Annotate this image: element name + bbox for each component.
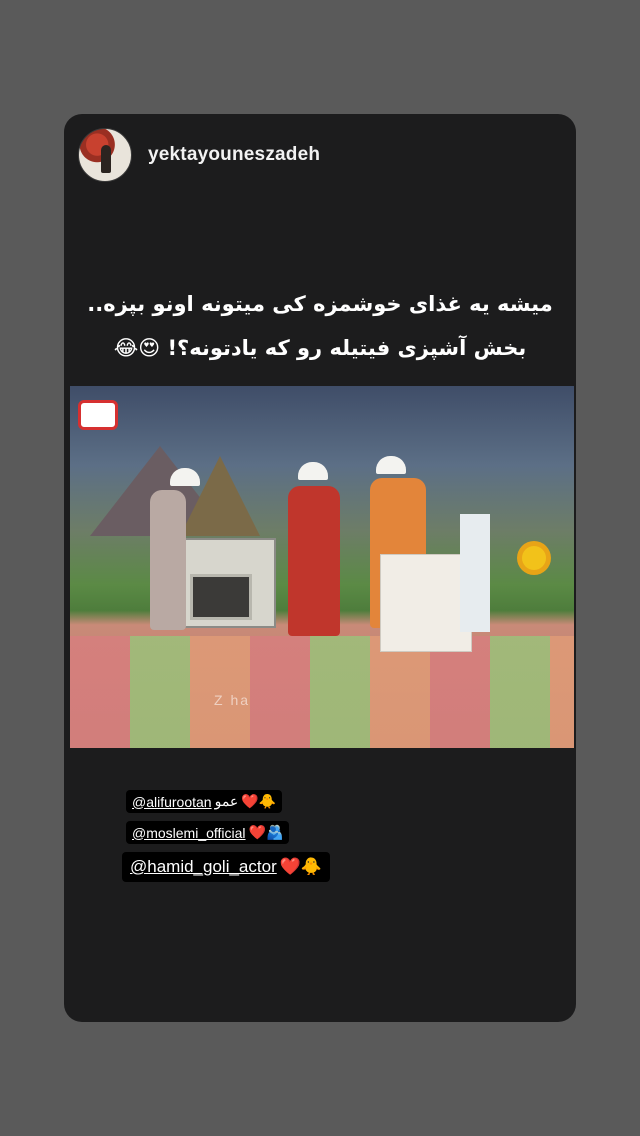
mention-sticker[interactable]: @hamid_goli_actor ❤️🐥 [122,852,331,882]
mention-handle[interactable]: @alifurootan [132,794,212,810]
scenery-mountain [180,456,260,536]
mention-stickers: @alifurootan عمو ❤️🐥 @moslemi_official ❤… [122,790,331,882]
mention-handle[interactable]: @hamid_goli_actor [130,857,277,877]
actor-figure [288,486,340,636]
caption-line-2: بخش آشپزی فیتیله رو که یادتونه؟! 😍😂 [113,336,527,360]
sunflower-prop [522,546,546,570]
video-watermark: Z ha [214,692,251,708]
fridge-prop [460,514,490,632]
chef-hat [376,456,406,474]
username[interactable]: yektayouneszadeh [148,144,320,166]
story-caption: میشه یه غذای خوشمزه کی میتونه اونو بپزه.… [84,282,556,370]
mention-handle[interactable]: @moslemi_official [132,825,246,841]
stove-prop [176,538,276,628]
white-sheet-prop [380,554,472,652]
mention-sticker[interactable]: @alifurootan عمو ❤️🐥 [126,790,283,813]
mention-suffix: عمو [214,793,239,809]
heart-chick-emoji-icon: ❤️🐥 [241,793,277,809]
actor-figure [150,490,186,630]
mention-sticker[interactable]: @moslemi_official ❤️🫂 [126,821,290,844]
profile-avatar[interactable] [78,128,132,182]
heart-hug-emoji-icon: ❤️🫂 [248,824,284,840]
tv-channel-logo-icon [78,400,118,430]
story-header: yektayouneszadeh [78,128,320,182]
chef-hat [298,462,328,480]
story-card[interactable]: yektayouneszadeh میشه یه غذای خوشمزه کی … [64,114,576,1022]
heart-chick-emoji-icon: ❤️🐥 [279,857,323,876]
video-frame[interactable]: Z ha [70,386,574,748]
stage-floor [70,636,574,748]
caption-line-1: میشه یه غذای خوشمزه کی میتونه اونو بپزه.… [87,292,553,316]
